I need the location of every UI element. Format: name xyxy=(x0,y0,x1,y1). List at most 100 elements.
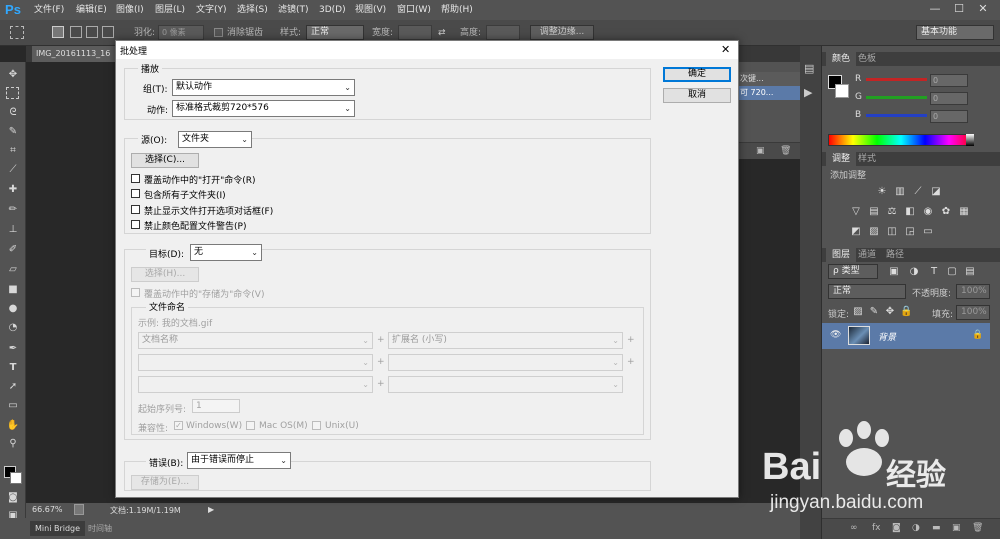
posterize-icon[interactable]: ▨ xyxy=(868,226,880,237)
share-icon[interactable] xyxy=(74,504,84,515)
layer-mask-icon[interactable]: ◙ xyxy=(892,523,901,533)
background-color-chip[interactable] xyxy=(835,84,849,98)
tab-swatches[interactable]: 色板 xyxy=(852,52,882,66)
filter-pixel-icon[interactable]: ▣ xyxy=(888,266,900,277)
menu-window[interactable]: 窗口(W) xyxy=(397,0,431,20)
macos-label[interactable]: Mac OS(M) xyxy=(259,421,308,431)
width-input[interactable] xyxy=(398,25,432,40)
naming-field-5[interactable]: ⌄ xyxy=(138,376,373,393)
menu-filter[interactable]: 滤镜(T) xyxy=(278,0,309,20)
crop-tool-icon[interactable]: ⌗ xyxy=(5,144,21,158)
lock-position-icon[interactable]: ✥ xyxy=(884,306,896,317)
layer-name[interactable]: 背景 xyxy=(878,330,896,343)
action-row[interactable]: 次键... xyxy=(738,72,800,86)
rectangle-shape-tool-icon[interactable]: ▭ xyxy=(5,399,21,413)
document-tab[interactable]: IMG_20161113_16 xyxy=(32,46,122,62)
destination-choose-button[interactable]: 选择(H)... xyxy=(131,267,199,282)
filter-smart-icon[interactable]: ▤ xyxy=(964,266,976,277)
include-subfolders-checkbox[interactable] xyxy=(131,189,140,198)
serial-input[interactable]: 1 xyxy=(192,399,240,413)
brush-tool-icon[interactable]: ✏ xyxy=(5,203,21,217)
menu-3d[interactable]: 3D(D) xyxy=(319,0,346,20)
menu-view[interactable]: 视图(V) xyxy=(355,0,386,20)
source-choose-button[interactable]: 选择(C)... xyxy=(131,153,199,168)
unix-checkbox[interactable] xyxy=(312,421,321,430)
channel-g-value[interactable]: 0 xyxy=(930,92,968,105)
subtract-selection-icon[interactable] xyxy=(86,26,98,38)
destination-select[interactable]: 无 ⌄ xyxy=(190,244,262,261)
source-select[interactable]: 文件夹 ⌄ xyxy=(178,131,252,148)
history-brush-tool-icon[interactable]: ✐ xyxy=(5,243,21,257)
filter-adjust-icon[interactable]: ◑ xyxy=(908,266,920,277)
color-spectrum-ramp[interactable] xyxy=(828,134,974,146)
dialog-close-icon[interactable]: ✕ xyxy=(721,43,730,56)
blur-tool-icon[interactable]: ● xyxy=(5,302,21,316)
tab-mini-bridge[interactable]: Mini Bridge xyxy=(30,521,86,536)
zoom-tool-icon[interactable]: ⚲ xyxy=(5,437,21,451)
gradient-tool-icon[interactable]: ■ xyxy=(5,283,21,297)
filter-shape-icon[interactable]: ▢ xyxy=(946,266,958,277)
add-selection-icon[interactable] xyxy=(70,26,82,38)
action-select[interactable]: 标准格式裁剪720*576 ⌄ xyxy=(172,100,355,117)
tab-paths[interactable]: 路径 xyxy=(880,248,910,262)
exposure-adjust-icon[interactable]: ◪ xyxy=(930,186,942,197)
feather-input[interactable]: 0 像素 xyxy=(158,25,204,40)
intersect-selection-icon[interactable] xyxy=(102,26,114,38)
action-group-select[interactable]: 默认动作 ⌄ xyxy=(172,79,355,96)
new-action-icon[interactable]: ▣ xyxy=(756,146,765,156)
lock-pixels-icon[interactable]: ✎ xyxy=(868,306,880,317)
delete-layer-icon[interactable]: 🗑 xyxy=(972,523,983,533)
channel-r-value[interactable]: 0 xyxy=(930,74,968,87)
fill-input[interactable]: 100% xyxy=(956,305,990,320)
override-open-label[interactable]: 覆盖动作中的"打开"命令(R) xyxy=(144,173,256,186)
channel-b-slider[interactable] xyxy=(866,114,927,117)
refine-edge-button[interactable]: 调整边缘... xyxy=(530,25,594,40)
gradient-map-icon[interactable]: ▭ xyxy=(922,226,934,237)
filter-type-icon[interactable]: T xyxy=(928,266,940,277)
opacity-input[interactable]: 100% xyxy=(956,284,990,299)
cancel-button[interactable]: 取消 xyxy=(663,88,731,103)
menu-select[interactable]: 选择(S) xyxy=(237,0,268,20)
quick-mask-icon[interactable]: ◙ xyxy=(5,491,21,505)
menu-help[interactable]: 帮助(H) xyxy=(441,0,473,20)
lock-transparent-icon[interactable]: ▨ xyxy=(852,306,864,317)
clone-stamp-tool-icon[interactable]: ⊥ xyxy=(5,223,21,237)
close-window-icon[interactable]: ✕ xyxy=(970,1,996,17)
windows-checkbox[interactable]: ✓ xyxy=(174,421,183,430)
save-log-button[interactable]: 存储为(E)... xyxy=(131,475,199,490)
dodge-tool-icon[interactable]: ◔ xyxy=(5,321,21,335)
brightness-adjust-icon[interactable]: ☀ xyxy=(876,186,888,197)
suppress-open-options-label[interactable]: 禁止显示文件打开选项对话框(F) xyxy=(144,204,273,217)
status-arrow-icon[interactable]: ▶ xyxy=(208,505,214,514)
vibrance-adjust-icon[interactable]: ▽ xyxy=(850,206,862,217)
naming-field-3[interactable]: ⌄ xyxy=(138,354,373,371)
background-color-swatch[interactable] xyxy=(10,472,22,484)
channel-b-value[interactable]: 0 xyxy=(930,110,968,123)
include-subfolders-label[interactable]: 包含所有子文件夹(I) xyxy=(144,188,226,201)
color-lookup-icon[interactable]: ▦ xyxy=(958,206,970,217)
tab-timeline[interactable]: 时间轴 xyxy=(88,521,112,536)
eraser-tool-icon[interactable]: ▱ xyxy=(5,263,21,277)
tab-channels[interactable]: 通道 xyxy=(852,248,882,262)
new-selection-icon[interactable] xyxy=(52,26,64,38)
suppress-color-warning-label[interactable]: 禁止颜色配置文件警告(P) xyxy=(144,219,246,232)
naming-field-2[interactable]: 扩展名 (小写) ⌄ xyxy=(388,332,623,349)
selective-color-icon[interactable]: ◲ xyxy=(904,226,916,237)
antialias-checkbox[interactable] xyxy=(214,28,223,37)
marquee-tool-icon[interactable] xyxy=(10,26,24,39)
color-balance-icon[interactable]: ⚖ xyxy=(886,206,898,217)
new-layer-icon[interactable]: ▣ xyxy=(952,523,961,533)
lasso-tool-icon[interactable]: ᘓ xyxy=(5,106,21,120)
invert-icon[interactable]: ◩ xyxy=(850,226,862,237)
lock-all-icon[interactable]: 🔒 xyxy=(900,306,912,317)
windows-label[interactable]: Windows(W) xyxy=(186,421,242,431)
layer-filter-select[interactable]: ρ 类型 xyxy=(828,264,878,279)
quick-select-tool-icon[interactable]: ✎ xyxy=(5,125,21,139)
layer-row-background[interactable]: 👁 背景 🔒 xyxy=(822,323,990,349)
override-save-checkbox[interactable] xyxy=(131,288,140,297)
menu-file[interactable]: 文件(F) xyxy=(34,0,64,20)
photo-filter-icon[interactable]: ◉ xyxy=(922,206,934,217)
minimize-icon[interactable]: — xyxy=(922,1,948,17)
maximize-icon[interactable]: ☐ xyxy=(946,1,972,17)
naming-field-1[interactable]: 文档名称 ⌄ xyxy=(138,332,373,349)
